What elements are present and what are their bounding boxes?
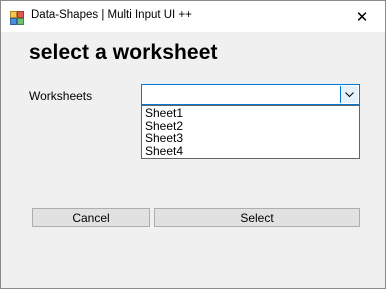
close-icon: ✕: [355, 7, 369, 26]
cancel-button[interactable]: Cancel: [32, 208, 150, 227]
dropdown-toggle[interactable]: [340, 86, 358, 103]
list-item[interactable]: Sheet3: [142, 132, 359, 145]
worksheets-label: Worksheets: [29, 89, 93, 103]
select-button[interactable]: Select: [154, 208, 360, 227]
page-title: select a worksheet: [29, 41, 218, 64]
worksheets-dropdown-list: Sheet1 Sheet2 Sheet3 Sheet4: [141, 105, 360, 159]
list-item[interactable]: Sheet1: [142, 107, 359, 120]
worksheets-combobox[interactable]: [141, 84, 360, 105]
chevron-down-icon: [345, 91, 354, 97]
title-bar[interactable]: Data-Shapes | Multi Input UI ++ ✕: [1, 1, 385, 32]
close-button[interactable]: ✕: [339, 1, 385, 32]
window-title: Data-Shapes | Multi Input UI ++: [31, 9, 192, 21]
list-item[interactable]: Sheet4: [142, 144, 359, 158]
dialog-window: Data-Shapes | Multi Input UI ++ ✕ select…: [0, 0, 386, 289]
app-icon: [10, 10, 24, 25]
